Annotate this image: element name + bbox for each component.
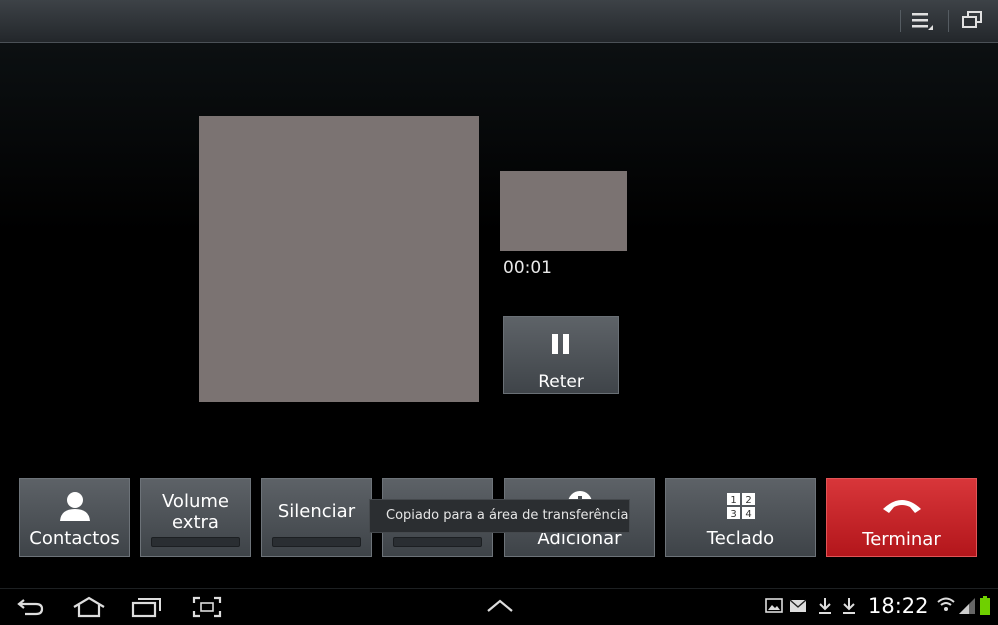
volume-label-line2: extra [172,512,219,533]
end-call-label: Terminar [862,529,941,550]
keypad-icon: 1 2 3 4 [727,493,755,520]
caller-thumbnail [500,171,627,251]
contact-icon [60,492,90,521]
status-clock: 18:22 [868,594,929,618]
mute-label: Silenciar [277,501,356,522]
svg-text:4: 4 [745,509,751,520]
svg-text:3: 3 [730,509,736,520]
clipboard-toast: Copiado para a área de transferência [369,499,630,533]
toggle-indicator [272,537,361,547]
email-icon [789,599,807,612]
contacts-button[interactable]: Contactos [19,478,130,557]
up-arrow-icon[interactable] [486,598,514,614]
divider [948,10,949,32]
svg-text:1: 1 [730,495,736,506]
menu-icon[interactable] [908,8,936,34]
hold-button[interactable]: Reter [503,316,619,394]
signal-icon [959,598,975,614]
recent-apps-icon[interactable] [131,596,163,618]
keypad-label: Teclado [706,528,775,549]
contacts-label: Contactos [29,528,120,549]
screenshot-icon[interactable] [192,596,222,618]
back-icon[interactable] [16,596,46,618]
extra-volume-button[interactable]: Volume extra [140,478,251,557]
end-call-icon [883,500,921,513]
home-icon[interactable] [72,596,106,618]
end-call-button[interactable]: Terminar [826,478,977,557]
keypad-button[interactable]: 1 2 3 4 Teclado [665,478,816,557]
caller-photo [199,116,479,402]
pause-icon [552,334,569,354]
call-timer: 00:01 [503,258,552,278]
toggle-indicator [151,537,240,547]
divider [900,10,901,32]
volume-label-line1: Volume [162,491,229,512]
toggle-indicator [393,537,482,547]
svg-text:2: 2 [745,495,751,506]
download-icon [843,598,855,614]
restore-window-icon[interactable] [959,8,987,34]
gallery-icon [765,598,783,613]
download-icon [819,598,831,614]
action-bar [0,0,998,43]
hold-label: Reter [538,372,584,392]
battery-icon [980,596,990,615]
wifi-icon [937,597,955,611]
mute-button[interactable]: Silenciar [261,478,372,557]
